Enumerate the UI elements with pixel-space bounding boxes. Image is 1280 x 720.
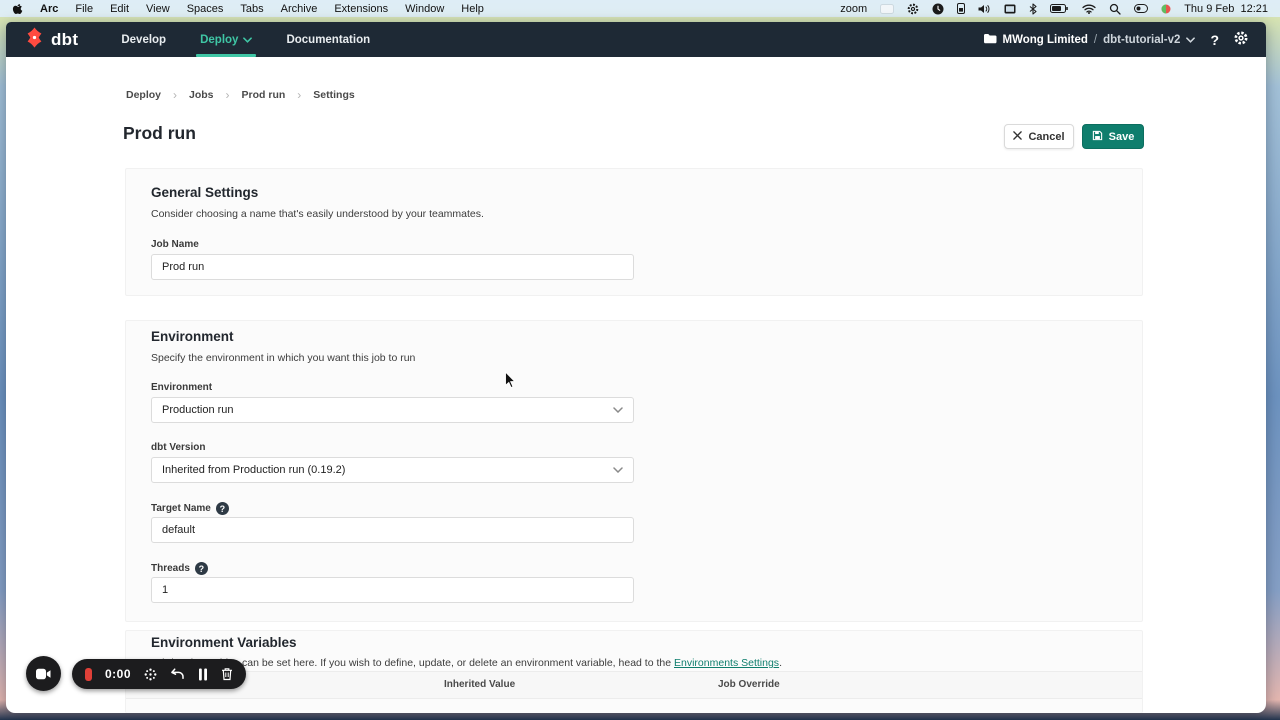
threads-input[interactable]: 1 <box>151 577 634 603</box>
environment-select[interactable]: Production run <box>151 397 634 423</box>
nav-item-documentation[interactable]: Documentation <box>269 22 387 57</box>
apple-menu-icon[interactable] <box>12 2 23 15</box>
breadcrumb-deploy[interactable]: Deploy <box>126 89 161 101</box>
environment-section: Environment Specify the environment in w… <box>125 320 1143 622</box>
display-icon[interactable] <box>1004 4 1016 14</box>
dbt-navbar: dbt Develop Deploy Documentation MWong L… <box>6 22 1266 57</box>
target-name-help-icon[interactable]: ? <box>216 502 229 515</box>
dbt-logo[interactable]: dbt <box>6 26 94 54</box>
breadcrumb-separator: › <box>226 88 230 102</box>
breadcrumb-prod-run[interactable]: Prod run <box>242 89 286 101</box>
chevron-down-icon <box>243 34 252 46</box>
breadcrumb-jobs[interactable]: Jobs <box>189 89 214 101</box>
menu-app-name[interactable]: Arc <box>40 3 58 15</box>
camera-toggle-button[interactable] <box>26 656 61 691</box>
stop-recording-button[interactable] <box>85 668 92 681</box>
general-settings-section: General Settings Consider choosing a nam… <box>125 168 1143 296</box>
threads-label: Threads ? <box>151 562 208 575</box>
target-name-label: Target Name ? <box>151 502 229 515</box>
menu-item-tabs[interactable]: Tabs <box>240 3 263 15</box>
section-description: Consider choosing a name that's easily u… <box>151 208 484 220</box>
menu-item-edit[interactable]: Edit <box>110 3 129 15</box>
page-title: Prod run <box>123 123 196 144</box>
breadcrumb-separator: › <box>173 88 177 102</box>
column-header-inherited-value: Inherited Value <box>444 679 515 690</box>
record-indicator-icon[interactable] <box>1161 4 1171 14</box>
dbt-version-select[interactable]: Inherited from Production run (0.19.2) <box>151 457 634 483</box>
save-button[interactable]: Save <box>1082 124 1144 149</box>
account-project-separator: / <box>1094 34 1097 46</box>
pause-icon[interactable] <box>198 668 208 681</box>
breadcrumb: Deploy › Jobs › Prod run › Settings <box>126 88 355 102</box>
account-project-switcher[interactable]: MWong Limited / dbt-tutorial-v2 <box>983 33 1196 47</box>
menu-clock[interactable]: Thu 9 Feb 12:21 <box>1184 3 1268 15</box>
nav-item-deploy[interactable]: Deploy <box>183 22 269 57</box>
section-heading: General Settings <box>151 185 258 200</box>
environment-label: Environment <box>151 382 212 393</box>
dbt-logo-text: dbt <box>51 30 78 50</box>
menu-item-window[interactable]: Window <box>405 3 444 15</box>
job-name-input[interactable]: Prod run <box>151 254 634 280</box>
environments-settings-link[interactable]: Environments Settings <box>674 657 779 669</box>
menu-item-view[interactable]: View <box>146 3 170 15</box>
undo-icon[interactable] <box>170 668 185 680</box>
settings-gear-icon[interactable] <box>1234 31 1248 48</box>
section-heading: Environment Variables <box>151 635 297 650</box>
gear-icon[interactable] <box>907 3 919 15</box>
target-name-input[interactable]: default <box>151 517 634 543</box>
screen-mirroring-icon[interactable] <box>880 4 894 14</box>
browser-window: dbt Develop Deploy Documentation MWong L… <box>6 22 1266 713</box>
account-name: MWong Limited <box>1003 34 1088 46</box>
chevron-down-icon <box>613 464 623 476</box>
breadcrumb-separator: › <box>297 88 301 102</box>
section-description: Specify the environment in which you wan… <box>151 352 415 364</box>
recording-toolbar: 0:00 <box>72 659 246 689</box>
env-vars-table-header: Inherited Value Job Override <box>126 671 1142 699</box>
x-icon <box>1013 131 1022 143</box>
trash-icon[interactable] <box>221 667 233 681</box>
project-name: dbt-tutorial-v2 <box>1103 34 1180 46</box>
nav-item-develop[interactable]: Develop <box>104 22 183 57</box>
save-disk-icon <box>1092 130 1103 144</box>
job-name-label: Job Name <box>151 239 199 250</box>
breadcrumb-settings: Settings <box>313 89 354 101</box>
chevron-down-icon <box>613 404 623 416</box>
column-header-job-override: Job Override <box>718 679 780 690</box>
menu-item-file[interactable]: File <box>75 3 93 15</box>
chevron-down-icon <box>1186 34 1195 46</box>
menu-item-extensions[interactable]: Extensions <box>334 3 388 15</box>
menu-item-archive[interactable]: Archive <box>281 3 318 15</box>
threads-help-icon[interactable]: ? <box>195 562 208 575</box>
dbt-version-label: dbt Version <box>151 442 205 453</box>
menu-item-spaces[interactable]: Spaces <box>187 3 224 15</box>
dbt-logo-icon <box>23 26 46 54</box>
environment-variables-section: Environment Variables Job-level override… <box>125 630 1143 713</box>
help-icon[interactable]: ? <box>1210 32 1219 48</box>
folder-icon <box>983 33 997 47</box>
section-heading: Environment <box>151 329 234 344</box>
battery-icon[interactable] <box>1050 4 1069 13</box>
menu-item-help[interactable]: Help <box>461 3 484 15</box>
stats-icon[interactable] <box>957 3 965 14</box>
desktop: Arc File Edit View Spaces Tabs Archive E… <box>0 0 1280 720</box>
recording-timer: 0:00 <box>105 667 131 681</box>
draw-tools-icon[interactable] <box>144 668 157 681</box>
volume-icon[interactable] <box>978 4 991 14</box>
clock-icon[interactable] <box>932 3 944 15</box>
search-icon[interactable] <box>1109 3 1121 15</box>
cancel-button[interactable]: Cancel <box>1004 124 1074 149</box>
macos-menu-bar: Arc File Edit View Spaces Tabs Archive E… <box>0 0 1280 17</box>
bluetooth-icon[interactable] <box>1029 3 1037 15</box>
section-description: Job-level overrides can be set here. If … <box>151 657 782 669</box>
control-center-icon[interactable] <box>1134 4 1148 13</box>
wifi-icon[interactable] <box>1082 4 1096 14</box>
zoom-menu-label[interactable]: zoom <box>840 3 867 15</box>
